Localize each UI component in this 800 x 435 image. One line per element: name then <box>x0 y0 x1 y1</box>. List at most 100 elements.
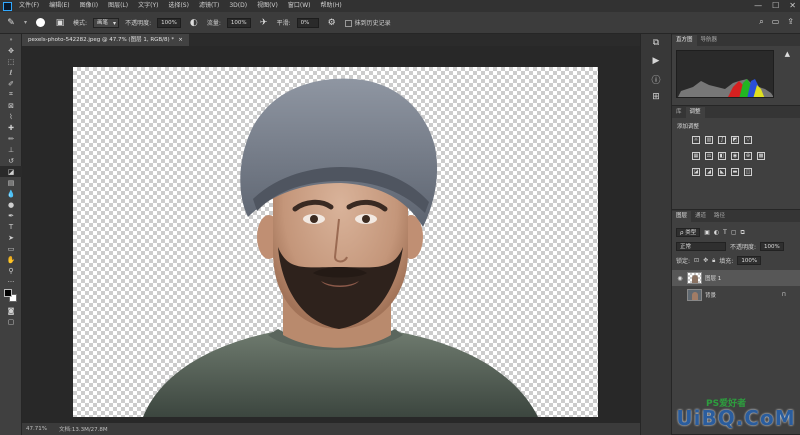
menu-help[interactable]: 帮助(H) <box>316 0 347 12</box>
tab-libraries[interactable]: 库 <box>672 107 686 118</box>
lock-position-icon[interactable]: ✥ <box>703 257 708 264</box>
blend-mode-select[interactable]: 正常 <box>676 242 726 251</box>
menu-edit[interactable]: 编辑(E) <box>44 0 74 12</box>
tab-navigator[interactable]: 导航器 <box>697 35 722 46</box>
filter-shape-icon[interactable]: ▢ <box>731 229 737 236</box>
menu-select[interactable]: 选择(S) <box>163 0 194 12</box>
brightness-contrast-icon[interactable]: ☼ <box>692 136 700 144</box>
clone-stamp-tool-icon[interactable]: ⊥ <box>0 144 22 155</box>
menu-3d[interactable]: 3D(D) <box>224 0 252 12</box>
collapse-toolbar-icon[interactable]: » <box>0 34 22 45</box>
visibility-eye-icon[interactable]: ◉ <box>676 275 684 282</box>
info-icon[interactable]: ⓘ <box>641 70 671 88</box>
gradient-tool-icon[interactable]: ▤ <box>0 177 22 188</box>
tab-channels[interactable]: 通道 <box>691 211 710 222</box>
lock-all-icon[interactable]: 🔒︎ <box>712 257 715 265</box>
menu-window[interactable]: 窗口(W) <box>283 0 316 12</box>
mode-select[interactable]: 画笔 <box>93 17 120 28</box>
layer-row[interactable]: ◉ 图层 1 <box>672 270 800 286</box>
channel-mixer-icon[interactable]: ⊕ <box>744 152 752 160</box>
rectangle-tool-icon[interactable]: ▭ <box>0 243 22 254</box>
maximize-button[interactable]: ☐ <box>772 0 779 12</box>
gradient-map-icon[interactable]: ▬ <box>731 168 739 176</box>
canvas-workspace[interactable] <box>22 46 640 423</box>
properties-icon[interactable]: ⊞ <box>641 88 671 106</box>
tab-adjustments[interactable]: 调整 <box>685 107 705 118</box>
tab-layers[interactable]: 图层 <box>672 211 692 222</box>
tab-histogram[interactable]: 直方图 <box>672 35 697 46</box>
exposure-icon[interactable]: ◩ <box>731 136 739 144</box>
preset-dropdown-icon[interactable]: ▾ <box>24 19 27 26</box>
photo-filter-icon[interactable]: ◉ <box>731 152 739 160</box>
workspace-icon[interactable]: ▭ <box>772 17 780 27</box>
document-canvas[interactable] <box>73 67 598 417</box>
hue-saturation-icon[interactable]: ▦ <box>692 152 700 160</box>
tab-paths[interactable]: 路径 <box>710 211 729 222</box>
frame-tool-icon[interactable]: ⊠ <box>0 100 22 111</box>
smoothing-settings-gear-icon[interactable]: ⚙ <box>325 16 339 30</box>
more-tools-icon[interactable]: ··· <box>0 276 22 287</box>
history-brush-tool-icon[interactable]: ↺ <box>0 155 22 166</box>
menu-filter[interactable]: 滤镜(T) <box>194 0 224 12</box>
menu-file[interactable]: 文件(F) <box>14 0 44 12</box>
histogram-warning-icon[interactable]: ▲ <box>785 50 790 58</box>
history-panel-icon[interactable]: ⧉ <box>641 34 671 52</box>
fill-input[interactable]: 100% <box>737 256 762 265</box>
foreground-color-swatch[interactable] <box>4 289 12 297</box>
flow-input[interactable]: 100% <box>226 17 251 28</box>
brush-settings-icon[interactable]: ▣ <box>53 16 67 30</box>
marquee-tool-icon[interactable]: ⬚ <box>0 56 22 67</box>
levels-icon[interactable]: ▥ <box>705 136 713 144</box>
move-tool-icon[interactable]: ✥ <box>0 45 22 56</box>
filter-type-icon[interactable]: T <box>723 229 727 236</box>
document-size[interactable]: 文档:13.3M/27.8M <box>59 425 108 433</box>
pressure-opacity-icon[interactable]: ◐ <box>187 16 201 30</box>
document-tab[interactable]: pexels-photo-542282.jpeg @ 47.7% (图层 1, … <box>22 34 189 46</box>
minimize-button[interactable]: — <box>754 0 762 12</box>
eraser-tool-icon[interactable]: ◪ <box>0 166 22 177</box>
invert-icon[interactable]: ◪ <box>692 168 700 176</box>
dodge-tool-icon[interactable]: ● <box>0 199 22 210</box>
zoom-tool-icon[interactable]: ⚲ <box>0 265 22 276</box>
filter-adjust-icon[interactable]: ◐ <box>714 229 719 236</box>
smoothing-input[interactable]: 0% <box>296 17 319 28</box>
close-button[interactable]: ✕ <box>789 0 796 12</box>
menu-image[interactable]: 图像(I) <box>75 0 103 12</box>
play-actions-icon[interactable]: ▶ <box>641 52 671 70</box>
crop-tool-icon[interactable]: ⌗ <box>0 89 22 100</box>
layer-row[interactable]: 背景 ⊓ <box>672 287 800 303</box>
menu-layer[interactable]: 图层(L) <box>103 0 133 12</box>
brush-preset-picker[interactable] <box>33 16 47 30</box>
zoom-level[interactable]: 47.71% <box>26 426 47 432</box>
lock-pixels-icon[interactable]: ⊡ <box>694 257 699 264</box>
brush-tool-icon[interactable]: ✏ <box>0 133 22 144</box>
type-tool-icon[interactable]: T <box>0 221 22 232</box>
filter-pixel-icon[interactable]: ▣ <box>704 229 710 236</box>
black-white-icon[interactable]: ◧ <box>718 152 726 160</box>
selective-color-icon[interactable]: ◫ <box>744 168 752 176</box>
search-icon[interactable]: ⌕ <box>759 17 763 27</box>
erase-to-history-checkbox[interactable]: 抹到历史记录 <box>344 18 391 27</box>
quick-select-tool-icon[interactable]: ✐ <box>0 78 22 89</box>
path-select-tool-icon[interactable]: ➤ <box>0 232 22 243</box>
curves-icon[interactable]: ∫ <box>718 136 726 144</box>
vibrance-icon[interactable]: ▽ <box>744 136 752 144</box>
share-icon[interactable]: ⇪ <box>787 17 794 27</box>
threshold-icon[interactable]: ◣ <box>718 168 726 176</box>
layer-kind-filter[interactable]: ρ 类型 <box>676 228 701 237</box>
pen-tool-icon[interactable]: ✒ <box>0 210 22 221</box>
airbrush-icon[interactable]: ✈ <box>257 16 271 30</box>
screen-mode-icon[interactable]: ▢ <box>0 316 22 327</box>
opacity-input[interactable]: 100% <box>157 17 181 28</box>
color-balance-icon[interactable]: ⚖ <box>705 152 713 160</box>
quick-mask-icon[interactable]: ◙ <box>0 305 22 316</box>
color-swatches[interactable] <box>0 287 22 305</box>
layer-name[interactable]: 背景 <box>705 291 716 299</box>
filter-smart-icon[interactable]: ⧉ <box>741 229 745 237</box>
eraser-tool-preset-icon[interactable]: ✎ <box>4 16 18 30</box>
menu-type[interactable]: 文字(Y) <box>133 0 163 12</box>
color-lookup-icon[interactable]: ▩ <box>757 152 765 160</box>
posterize-icon[interactable]: ◢ <box>705 168 713 176</box>
blur-tool-icon[interactable]: 💧 <box>0 188 22 199</box>
layer-opacity-input[interactable]: 100% <box>760 242 784 251</box>
